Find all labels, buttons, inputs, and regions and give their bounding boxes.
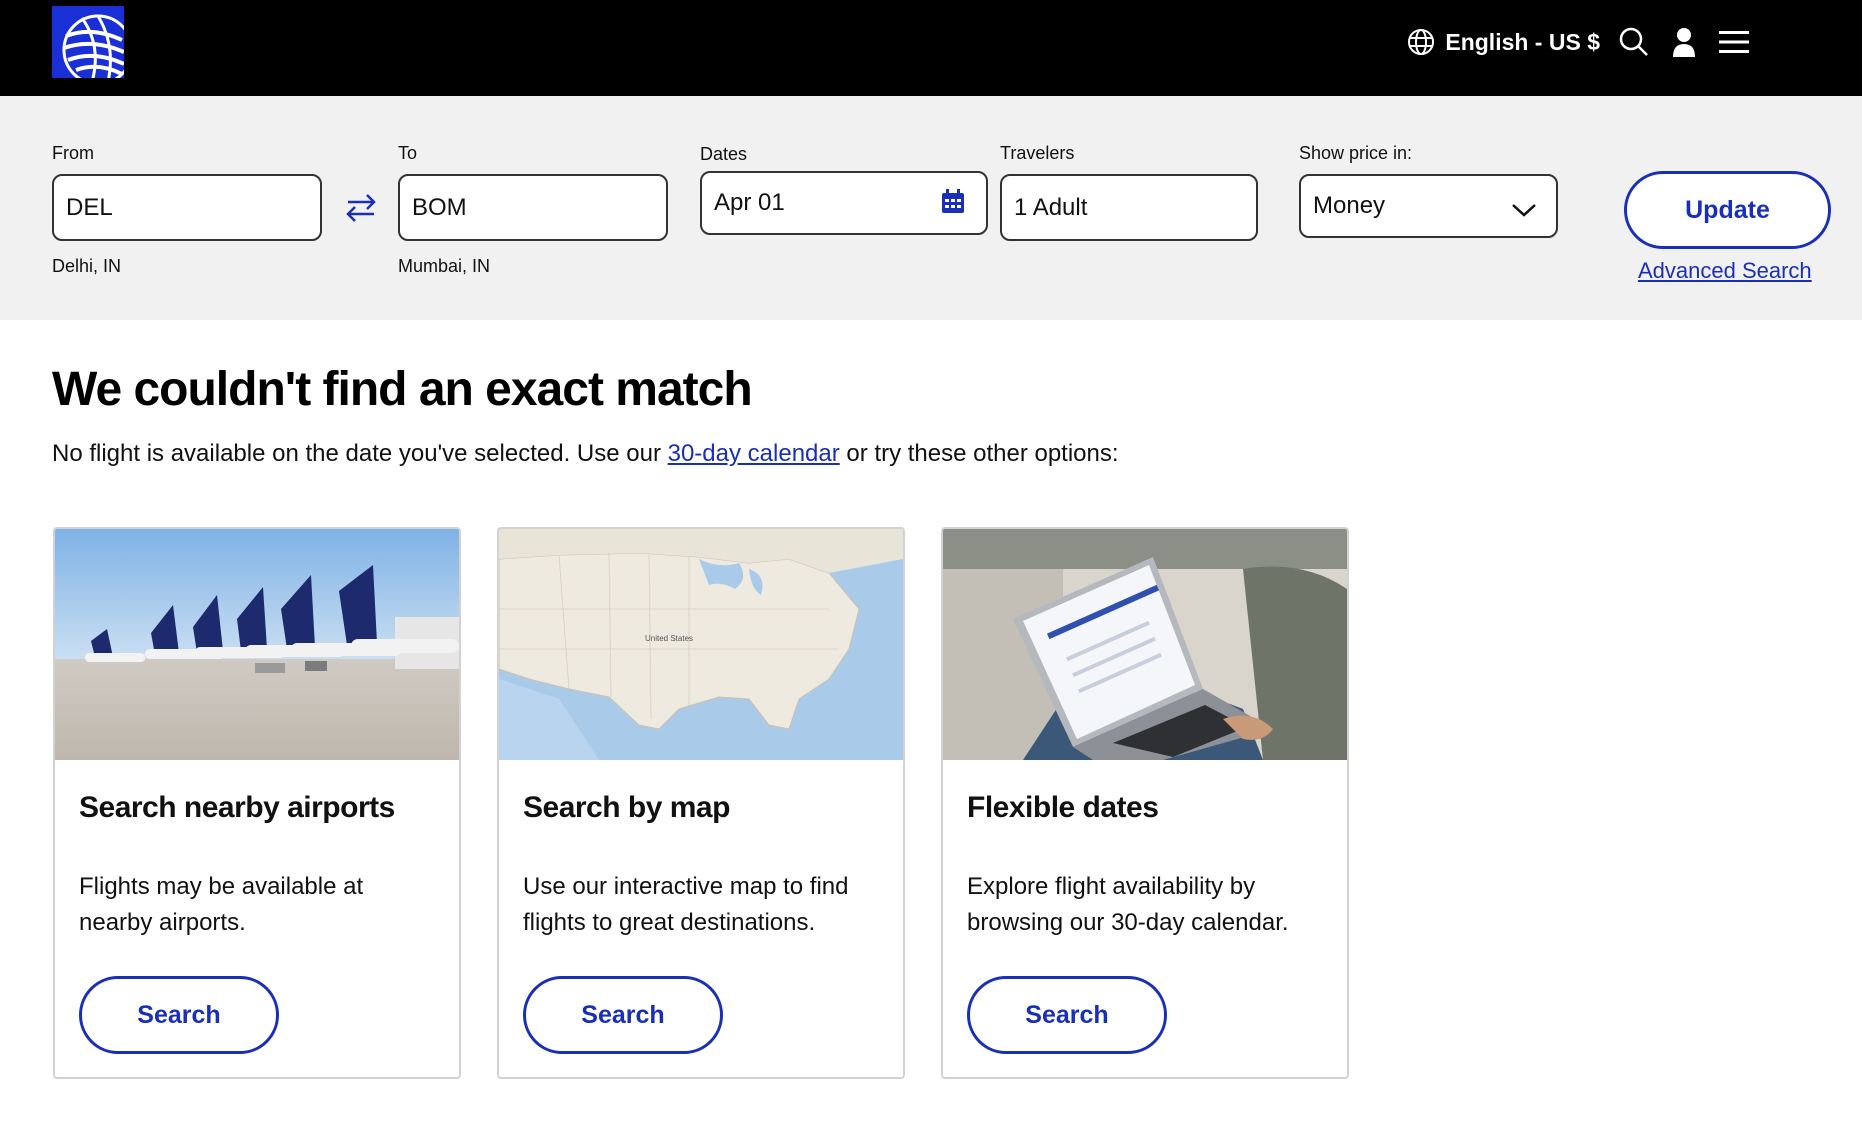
to-input[interactable]: BOM xyxy=(398,174,668,241)
laptop-image xyxy=(943,529,1347,760)
card-title: Search by map xyxy=(523,791,730,824)
travelers-label: Travelers xyxy=(1000,143,1075,163)
nearby-airports-search-button[interactable]: Search xyxy=(79,976,279,1054)
globe-icon xyxy=(1407,28,1435,56)
menu-icon[interactable] xyxy=(1718,26,1750,58)
from-label: From xyxy=(52,143,94,163)
flexible-dates-card: Flexible dates Explore flight availabili… xyxy=(941,527,1349,1079)
language-selector[interactable]: English - US $ xyxy=(1407,28,1600,56)
card-title: Flexible dates xyxy=(967,791,1159,824)
card-text: Use our interactive map to find flights … xyxy=(523,873,849,936)
search-by-map-card: United States Search by map Use our inte… xyxy=(497,527,905,1079)
top-header: English - US $ xyxy=(0,0,1862,96)
from-city: Delhi, IN xyxy=(52,256,122,276)
price-select[interactable]: Money xyxy=(1299,174,1558,238)
globe-logo-icon[interactable] xyxy=(52,6,124,78)
flexible-dates-search-button[interactable]: Search xyxy=(967,976,1167,1054)
airplanes-image xyxy=(55,529,459,760)
price-value: Money xyxy=(1313,192,1386,219)
page-title: We couldn't find an exact match xyxy=(52,363,753,416)
header-nav: English - US $ xyxy=(1407,22,1750,62)
dates-input[interactable]: Apr 01 xyxy=(700,171,988,235)
price-label: Show price in: xyxy=(1299,143,1413,163)
dates-value: Apr 01 xyxy=(714,189,785,216)
calendar-link[interactable]: 30-day calendar xyxy=(668,440,840,467)
user-icon[interactable] xyxy=(1668,26,1700,58)
nearby-airports-card: Search nearby airports Flights may be av… xyxy=(53,527,461,1079)
description-suffix: or try these other options: xyxy=(839,440,1119,467)
page-description: No flight is available on the date you'v… xyxy=(52,440,1119,468)
swap-icon[interactable] xyxy=(344,193,378,223)
chevron-down-icon xyxy=(1510,198,1538,217)
search-icon[interactable] xyxy=(1618,26,1650,58)
dates-label: Dates xyxy=(700,144,748,164)
card-text: Flights may be available at nearby airpo… xyxy=(79,873,364,936)
to-label: To xyxy=(398,143,418,163)
map-image: United States xyxy=(499,529,903,760)
description-prefix: No flight is available on the date you'v… xyxy=(52,440,668,467)
calendar-icon[interactable] xyxy=(940,189,966,215)
to-city: Mumbai, IN xyxy=(398,256,491,276)
map-country-label: United States xyxy=(645,634,693,643)
update-button[interactable]: Update xyxy=(1624,171,1831,249)
travelers-input[interactable]: 1 Adult xyxy=(1000,174,1258,241)
card-text: Explore flight availability by browsing … xyxy=(967,873,1289,936)
search-by-map-button[interactable]: Search xyxy=(523,976,723,1054)
from-input[interactable]: DEL xyxy=(52,174,322,241)
advanced-search-link[interactable]: Advanced Search xyxy=(1638,258,1812,284)
card-title: Search nearby airports xyxy=(79,791,395,824)
language-label: English - US $ xyxy=(1445,28,1600,55)
